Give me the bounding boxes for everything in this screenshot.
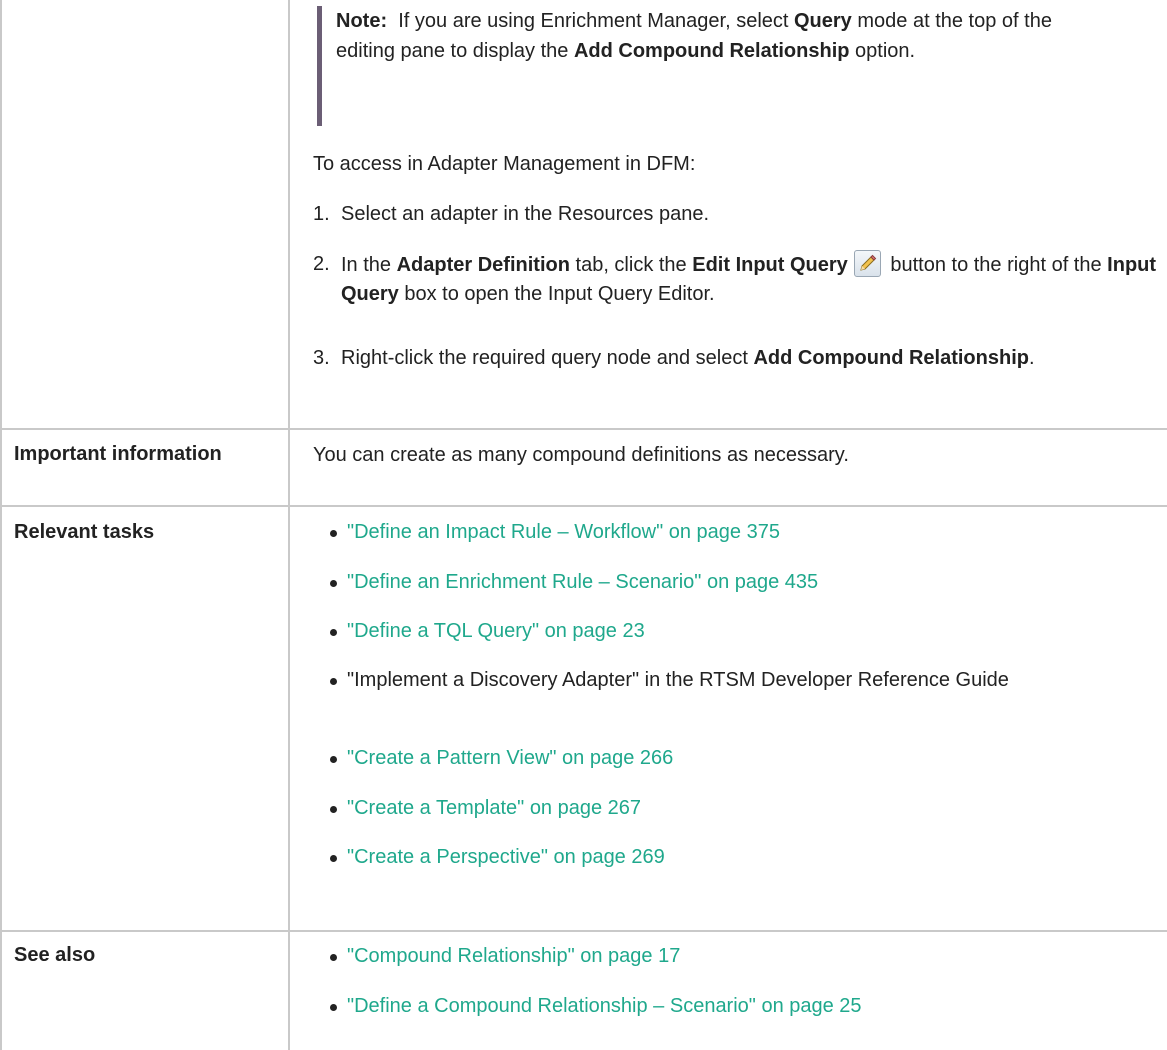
note-text: Note: If you are using Enrichment Manage…	[336, 10, 1052, 62]
step-text: Right-click the required query node and …	[341, 347, 1035, 369]
see-also-link[interactable]: "Define a Compound Relationship – Scenar…	[347, 992, 1150, 1020]
task-link[interactable]: "Create a Pattern View" on page 266	[347, 744, 1150, 772]
task-reference: "Implement a Discovery Adapter" in the R…	[347, 669, 1009, 691]
access-intro: To access in Adapter Management in DFM:	[313, 153, 696, 175]
row-label-see-also: See also	[14, 944, 96, 966]
see-also-link[interactable]: "Compound Relationship" on page 17	[347, 942, 1150, 970]
bullet	[330, 806, 337, 813]
step-text: Select an adapter in the Resources pane.	[341, 203, 710, 225]
row-label-important: Important information	[14, 443, 222, 465]
note-callout: Note: If you are using Enrichment Manage…	[317, 6, 1116, 126]
row-divider	[0, 428, 1167, 430]
row-label-relevant-tasks: Relevant tasks	[14, 521, 155, 543]
table-column-divider	[288, 0, 290, 1050]
bullet	[330, 678, 337, 685]
bullet	[330, 530, 337, 537]
step-text: In the Adapter Definition tab, click the…	[341, 250, 1158, 309]
task-link[interactable]: "Create a Perspective" on page 269	[347, 843, 1150, 871]
important-text: You can create as many compound definiti…	[313, 444, 849, 466]
bullet	[330, 756, 337, 763]
note-label: Note:	[336, 10, 388, 32]
bullet	[330, 954, 337, 961]
task-link[interactable]: "Define an Enrichment Rule – Scenario" o…	[347, 568, 1150, 596]
bullet	[330, 580, 337, 587]
table-left-border	[0, 0, 2, 1050]
bullet	[330, 855, 337, 862]
task-link[interactable]: "Define a TQL Query" on page 23	[347, 617, 1150, 645]
task-link[interactable]: "Define an Impact Rule – Workflow" on pa…	[347, 518, 1150, 546]
task-link[interactable]: "Create a Template" on page 267	[347, 794, 1150, 822]
bullet	[330, 1004, 337, 1011]
row-divider	[0, 505, 1167, 507]
row-divider	[0, 930, 1167, 932]
pencil-edit-icon	[853, 250, 881, 277]
bullet	[330, 629, 337, 636]
